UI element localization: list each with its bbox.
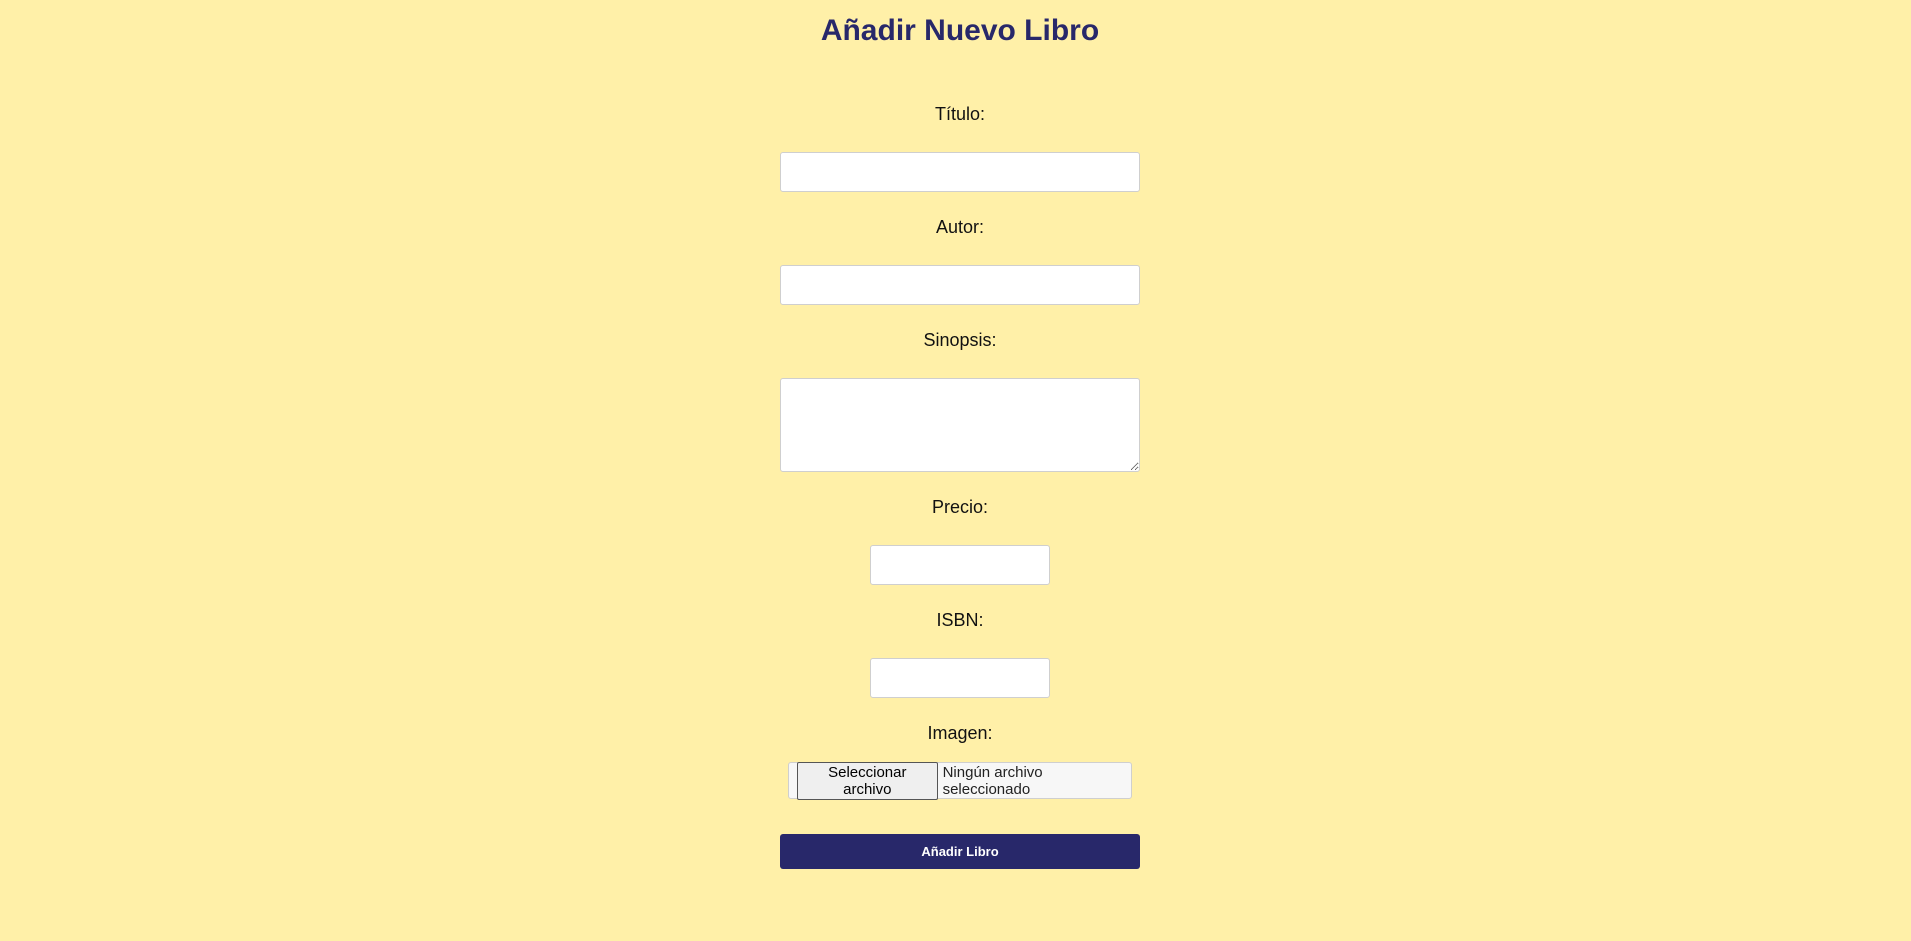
- imagen-label: Imagen:: [927, 723, 993, 743]
- imagen-file-input[interactable]: Seleccionar archivo Ningún archivo selec…: [788, 761, 1132, 800]
- precio-input[interactable]: [870, 545, 1050, 585]
- sinopsis-label: Sinopsis:: [923, 330, 997, 350]
- titulo-label: Título:: [934, 104, 986, 124]
- file-status-text: Ningún archivo seleccionado: [942, 763, 1043, 798]
- add-book-button[interactable]: Añadir Libro: [780, 834, 1140, 869]
- autor-input[interactable]: [780, 265, 1140, 305]
- autor-label: Autor:: [935, 217, 985, 237]
- sinopsis-textarea[interactable]: [780, 378, 1140, 472]
- add-book-form: Título: Autor: Sinopsis: Precio: ISBN: I…: [0, 0, 1911, 941]
- titulo-input[interactable]: [780, 152, 1140, 192]
- precio-label: Precio:: [931, 497, 989, 517]
- select-file-button[interactable]: Seleccionar archivo: [797, 761, 938, 800]
- isbn-label: ISBN:: [936, 610, 984, 630]
- isbn-input[interactable]: [870, 658, 1050, 698]
